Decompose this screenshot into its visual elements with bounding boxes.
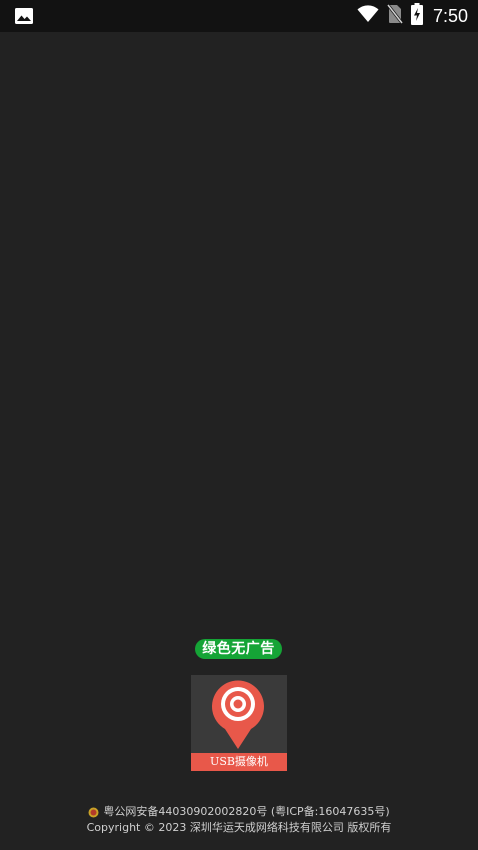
image-icon bbox=[14, 6, 34, 26]
no-ads-badge: 绿色无广告 bbox=[195, 639, 282, 659]
app-logo: USB摄像机 bbox=[191, 675, 287, 771]
camera-pin-icon bbox=[212, 680, 264, 749]
status-time: 7:50 bbox=[432, 5, 468, 26]
copyright-text: Copyright © 2023 深圳华运天成网络科技有限公司 版权所有 bbox=[86, 821, 392, 834]
battery-charging-icon bbox=[410, 3, 423, 29]
no-sim-icon bbox=[386, 4, 404, 28]
record-line: 粤公网安备44030902002820号 (粤ICP备:16047635号) bbox=[0, 804, 478, 820]
splash-screen: 7:50 绿色无广告 USB摄像机 粤公网安备44030902002820号 (… bbox=[0, 0, 478, 850]
footer: 粤公网安备44030902002820号 (粤ICP备:16047635号) C… bbox=[0, 804, 478, 836]
status-icons: 7:50 bbox=[357, 0, 468, 32]
status-bar: 7:50 bbox=[0, 0, 478, 32]
icp-record-text: 粤公网安备44030902002820号 (粤ICP备:16047635号) bbox=[103, 805, 390, 818]
wifi-icon bbox=[357, 5, 379, 27]
police-badge-icon bbox=[88, 807, 99, 818]
app-name-label: USB摄像机 bbox=[191, 753, 287, 771]
